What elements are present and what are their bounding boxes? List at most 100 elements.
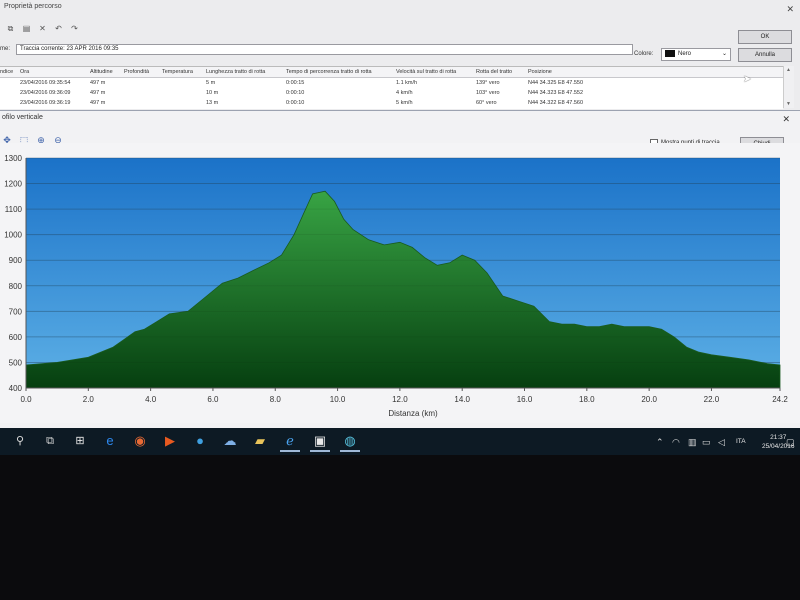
table-cell: 23/04/2016 09:36:19	[20, 100, 71, 106]
folder-icon[interactable]: ▰	[250, 432, 270, 450]
x-tick-label: 18.0	[579, 395, 595, 404]
volume-icon[interactable]: ◁	[718, 437, 725, 448]
table-cell: 497 m	[90, 80, 106, 86]
table-row[interactable]: 23/04/2016 09:35:54 497 m 5 m 0:00:15 1.…	[0, 78, 783, 88]
redo-icon[interactable]: ↷	[70, 24, 79, 33]
x-tick-label: 0.0	[20, 395, 32, 404]
taskbar: ⚲ ⧉ ⊞ e ◉ ▶ ● ☁ ▰ ℯ ▣ ◍ ⌃ ◠ ▥ ▭ ◁ ITA 21…	[0, 428, 800, 455]
table-cell: 0:00:10	[286, 100, 305, 106]
color-label: Colore:	[634, 51, 654, 57]
ie-icon[interactable]: ℯ	[280, 432, 300, 452]
column-header[interactable]: Ora	[20, 69, 29, 75]
y-tick-label: 1300	[4, 154, 22, 163]
column-header[interactable]: Velocità sul tratto di rotta	[396, 69, 456, 75]
x-tick-label: 2.0	[83, 395, 95, 404]
y-tick-label: 400	[9, 384, 23, 393]
chevron-up-icon[interactable]: ⌃	[656, 437, 664, 448]
action-center-icon[interactable]: ▢	[786, 437, 795, 448]
task-view-icon[interactable]: ⧉	[40, 432, 60, 450]
x-tick-label: 22.0	[704, 395, 720, 404]
copy-icon[interactable]: ⧉	[6, 24, 15, 33]
photos-icon[interactable]: ▣	[310, 432, 330, 452]
delete-icon[interactable]: ✕	[38, 24, 47, 33]
column-header[interactable]: Lunghezza tratto di rotta	[206, 69, 265, 75]
x-tick-label: 8.0	[270, 395, 282, 404]
screen: Proprietà percorso ✕ ⧉ ▤ ✕ ↶ ↷ me: Tracc…	[0, 0, 800, 455]
network-drive-icon[interactable]: ☁	[220, 432, 240, 450]
table-cell: 23/04/2016 09:35:54	[20, 80, 71, 86]
table-cell: N44 34.322 E8 47.560	[528, 100, 584, 106]
windows-store-icon[interactable]: ⊞	[70, 432, 90, 450]
table-cell: 4 km/h	[396, 90, 413, 96]
x-tick-label: 4.0	[145, 395, 157, 404]
x-tick-label: 6.0	[207, 395, 219, 404]
color-select[interactable]: Nero ⌄	[661, 48, 731, 61]
table-cell: N44 34.325 E8 47.550	[528, 80, 584, 86]
video-app-icon[interactable]: ▶	[160, 432, 180, 450]
color-value: Nero	[678, 51, 692, 57]
earth-icon[interactable]: ●	[190, 432, 210, 450]
table-cell: 5 m	[206, 80, 216, 86]
column-header[interactable]: Profondità	[124, 69, 149, 75]
x-tick-label: 14.0	[454, 395, 470, 404]
close-icon[interactable]: ✕	[786, 4, 794, 15]
y-tick-label: 600	[9, 333, 23, 342]
y-tick-label: 900	[9, 256, 23, 265]
column-header[interactable]: Temperatura	[162, 69, 193, 75]
dialog-toolbar: ⧉ ▤ ✕ ↶ ↷	[6, 24, 79, 33]
table-row[interactable]: 23/04/2016 09:36:19 497 m 13 m 0:00:10 5…	[0, 98, 783, 108]
x-tick-label: 20.0	[641, 395, 657, 404]
table-cell: 13 m	[206, 100, 219, 106]
close-icon[interactable]: ✕	[782, 114, 790, 125]
edge-icon[interactable]: e	[100, 432, 120, 450]
table-cell: 139° vero	[476, 80, 500, 86]
table-cell: 1.1 km/h	[396, 80, 418, 86]
y-tick-label: 1100	[5, 205, 23, 214]
y-tick-label: 1000	[4, 231, 22, 240]
table-cell: 10 m	[206, 90, 219, 96]
dialog-title: Proprietà percorso	[4, 3, 62, 10]
x-tick-label: 10.0	[330, 395, 346, 404]
profile-window-title: ofilo verticale	[2, 114, 43, 121]
mouse-cursor-icon: ➤	[743, 74, 752, 85]
x-tick-label: 16.0	[517, 395, 533, 404]
language-indicator[interactable]: ITA	[736, 438, 746, 445]
media-player-icon[interactable]: ◉	[130, 432, 150, 450]
ok-button[interactable]: OK	[738, 30, 792, 44]
column-header[interactable]: ndice	[0, 69, 13, 75]
elevation-chart: 400 500 600 700 800 900 1000 1100 1200 1300 0.0 2.0…	[0, 143, 800, 423]
y-tick-label: 500	[9, 358, 23, 367]
notification-icon[interactable]: ▭	[702, 437, 711, 448]
cancel-button[interactable]: Annulla	[738, 48, 792, 62]
table-cell: 0:00:10	[286, 90, 305, 96]
undo-icon[interactable]: ↶	[54, 24, 63, 33]
color-swatch	[665, 49, 675, 57]
track-name-input[interactable]: Traccia corrente: 23 APR 2016 09:35	[16, 44, 633, 55]
table-cell: 5 km/h	[396, 100, 413, 106]
table-scrollbar[interactable]	[783, 66, 794, 108]
x-tick-label: 12.0	[392, 395, 408, 404]
table-cell: 103° vero	[476, 90, 500, 96]
column-header[interactable]: Altitudine	[90, 69, 113, 75]
table-cell: 23/04/2016 09:36:09	[20, 90, 71, 96]
trackpoint-table: ndice Ora Altitudine Profondità Temperat…	[0, 66, 783, 109]
paste-icon[interactable]: ▤	[22, 24, 31, 33]
table-cell: 497 m	[90, 100, 106, 106]
network-icon[interactable]: ▥	[688, 437, 697, 448]
table-cell: 497 m	[90, 90, 106, 96]
table-header: ndice Ora Altitudine Profondità Temperat…	[0, 67, 783, 78]
column-header[interactable]: Posizione	[528, 69, 552, 75]
y-tick-label: 800	[9, 282, 23, 291]
column-header[interactable]: Rotta del tratto	[476, 69, 512, 75]
chrome-like-icon[interactable]: ◍	[340, 432, 360, 452]
x-axis-label: Distanza (km)	[388, 409, 438, 418]
wifi-icon[interactable]: ◠	[672, 437, 680, 448]
track-properties-dialog: Proprietà percorso ✕ ⧉ ▤ ✕ ↶ ↷ me: Tracc…	[0, 0, 800, 112]
column-header[interactable]: Tempo di percorrenza tratto di rotta	[286, 69, 372, 75]
x-tick-label: 24.2	[772, 395, 788, 404]
y-tick-label: 700	[9, 307, 23, 316]
table-row[interactable]: 23/04/2016 09:36:09 497 m 10 m 0:00:10 4…	[0, 88, 783, 98]
name-label: me:	[0, 46, 11, 52]
search-icon[interactable]: ⚲	[10, 432, 30, 450]
chevron-down-icon: ⌄	[721, 51, 727, 57]
